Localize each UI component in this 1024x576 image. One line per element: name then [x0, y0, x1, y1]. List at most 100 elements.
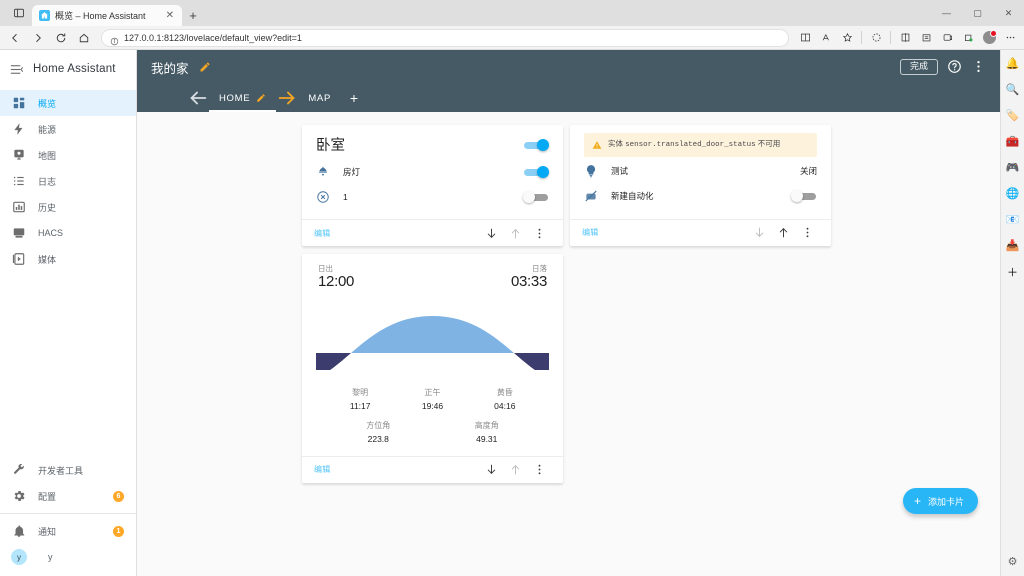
card-more-menu-icon[interactable]: [527, 221, 551, 245]
rail-notifications-icon[interactable]: 🔔: [1005, 56, 1020, 71]
entity-row[interactable]: 测试 关闭: [584, 159, 817, 184]
site-info-icon[interactable]: [110, 33, 119, 46]
forward-icon[interactable]: [27, 28, 49, 48]
browser-tab[interactable]: 概览 – Home Assistant ✕: [32, 5, 182, 26]
copilot-icon[interactable]: [866, 28, 886, 48]
sidebar-item-notifications[interactable]: 通知 1: [0, 518, 136, 544]
sidebar-item-media[interactable]: 媒体: [0, 246, 136, 272]
move-card-down-icon[interactable]: [747, 221, 771, 245]
move-view-right-icon[interactable]: [276, 87, 298, 109]
move-card-up-icon[interactable]: [503, 221, 527, 245]
done-button[interactable]: 完成: [899, 58, 938, 76]
favorite-star-icon[interactable]: [837, 28, 857, 48]
minimize-button[interactable]: —: [931, 0, 962, 26]
room-light-toggle[interactable]: [523, 165, 549, 178]
rail-search-icon[interactable]: 🔍: [1005, 82, 1020, 97]
new-tab-button[interactable]: +: [182, 5, 204, 26]
overflow-menu-icon[interactable]: [971, 59, 986, 74]
sidebar-item-user[interactable]: y y: [0, 544, 136, 570]
logbook-icon: [12, 174, 26, 188]
close-tab-icon[interactable]: ✕: [164, 10, 176, 21]
edit-view-pencil-icon[interactable]: [256, 93, 266, 103]
warning-suffix: 不可用: [757, 139, 781, 148]
sidebar-item-history[interactable]: 历史: [0, 194, 136, 220]
card-more-menu-icon[interactable]: [795, 221, 819, 245]
home-icon[interactable]: [73, 28, 95, 48]
dashboard-icon: [12, 96, 26, 110]
sidebar-item-logbook[interactable]: 日志: [0, 168, 136, 194]
browser-essentials-icon[interactable]: [937, 28, 957, 48]
move-view-left-icon[interactable]: [187, 87, 209, 109]
edit-title-pencil-icon[interactable]: [199, 61, 211, 73]
rail-games-icon[interactable]: 🎮: [1005, 160, 1020, 175]
move-card-down-icon[interactable]: [479, 221, 503, 245]
edit-card-link[interactable]: 编辑: [314, 464, 331, 475]
rail-browser-icon[interactable]: 🌐: [1005, 186, 1020, 201]
move-card-up-icon[interactable]: [771, 221, 795, 245]
entity-toggle[interactable]: [523, 190, 549, 203]
profile-avatar[interactable]: [979, 28, 999, 48]
hacs-icon: [12, 226, 26, 240]
rail-tools-icon[interactable]: 🧰: [1005, 134, 1020, 149]
entity-row[interactable]: 房灯: [316, 159, 549, 184]
help-icon[interactable]: [947, 59, 962, 74]
rail-shopping-tag-icon[interactable]: 🏷️: [1005, 108, 1020, 123]
toggle-knob: [537, 165, 549, 178]
sidebar-item-label: 地图: [38, 150, 57, 161]
browser-tab-title: 概览 – Home Assistant: [55, 11, 146, 21]
card-more-menu-icon[interactable]: [527, 458, 551, 482]
sidebar-item-label: 开发者工具: [38, 465, 84, 476]
extensions-icon[interactable]: [958, 28, 978, 48]
edit-card-link[interactable]: 编辑: [582, 227, 599, 238]
sun-detail-value: 223.8: [367, 433, 389, 444]
tab-search-icon[interactable]: [6, 2, 32, 24]
plus-icon: +: [913, 494, 921, 508]
entity-row[interactable]: 1: [316, 184, 549, 209]
tab-map[interactable]: MAP: [298, 84, 341, 112]
sidebar-item-hacs[interactable]: HACS: [0, 220, 136, 246]
add-view-icon[interactable]: +: [341, 84, 367, 112]
toolbar-divider-2: [890, 31, 891, 44]
move-card-down-icon[interactable]: [479, 458, 503, 482]
split-screen-icon[interactable]: [795, 28, 815, 48]
ha-sidebar: Home Assistant 概览 能源 地图 日志 历史 HACS 媒体 开发…: [0, 50, 137, 576]
collections-icon[interactable]: [916, 28, 936, 48]
sidebar-item-configuration[interactable]: 配置 6: [0, 483, 136, 509]
read-aloud-icon[interactable]: [816, 28, 836, 48]
sidebar-item-developer-tools[interactable]: 开发者工具: [0, 457, 136, 483]
rail-drop-icon[interactable]: 📥: [1005, 238, 1020, 253]
sidebar-item-map[interactable]: 地图: [0, 142, 136, 168]
sidebar-item-label: 能源: [38, 124, 57, 135]
menu-icon[interactable]: [9, 62, 24, 77]
maximize-button[interactable]: ▢: [962, 0, 993, 26]
bedroom-master-toggle[interactable]: [523, 138, 549, 151]
back-icon[interactable]: [4, 28, 26, 48]
tab-home[interactable]: HOME: [209, 84, 277, 112]
rail-outlook-icon[interactable]: 📧: [1005, 212, 1020, 227]
ha-main: 我的家 完成 HOME MAP + 卧室 房灯 1 编辑 日出 12:00 日落…: [137, 50, 1000, 576]
home-assistant-favicon: [39, 10, 50, 21]
close-window-button[interactable]: ✕: [993, 0, 1024, 26]
address-bar[interactable]: 127.0.0.1:8123/lovelace/default_view?edi…: [101, 28, 789, 47]
sun-detail-value: 49.31: [476, 433, 498, 444]
reload-icon[interactable]: [50, 28, 72, 48]
cards-column-1: 卧室 房灯 1 编辑 日出 12:00 日落 03:33 黎明 11:17 正午…: [302, 125, 563, 483]
rail-settings-icon[interactable]: ⚙: [1008, 555, 1018, 568]
rail-add-icon[interactable]: ＋: [1005, 264, 1020, 279]
close-circle-icon: [316, 190, 330, 204]
sun-detail-row-1: 黎明 11:17 正午 19:46 黄昏 04:16: [316, 378, 549, 411]
sidebar-toggle-icon[interactable]: [895, 28, 915, 48]
move-card-up-icon[interactable]: [503, 458, 527, 482]
tab-label: HOME: [219, 92, 251, 104]
new-automation-toggle[interactable]: [791, 190, 817, 203]
sun-times: 日出 12:00 日落 03:33: [316, 263, 549, 294]
entity-row[interactable]: 新建自动化: [584, 184, 817, 209]
browser-settings-icon[interactable]: [1000, 28, 1020, 48]
card-header: 卧室: [316, 134, 549, 155]
sidebar-item-energy[interactable]: 能源: [0, 116, 136, 142]
entities-card: 实体 sensor.translated_door_status 不可用 测试 …: [570, 125, 831, 246]
edit-card-link[interactable]: 编辑: [314, 228, 331, 239]
add-card-fab[interactable]: + 添加卡片: [902, 488, 978, 514]
sidebar-item-overview[interactable]: 概览: [0, 90, 136, 116]
toggle-knob: [791, 190, 803, 203]
